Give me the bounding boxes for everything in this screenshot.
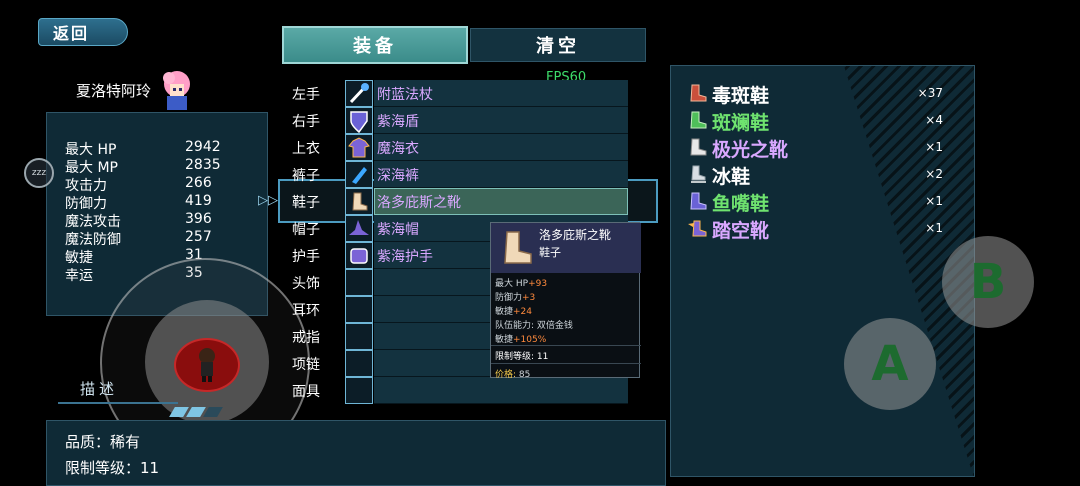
robe-icon xyxy=(345,134,373,161)
stat-max-hp: 最大 HP 2942 xyxy=(65,139,221,158)
inventory-item[interactable]: 鱼嘴鞋 ×1 xyxy=(687,188,957,215)
item-quality: 品质：稀有 xyxy=(65,433,141,451)
description-panel: 品质：稀有 限制等级：11 xyxy=(46,420,666,486)
b-button[interactable]: B xyxy=(942,236,1034,328)
inventory-item-name: 斑斓鞋 xyxy=(712,112,770,134)
boots-purple-icon xyxy=(690,192,707,210)
inventory-item-qty: ×4 xyxy=(925,113,943,127)
slot-item-name: 紫海帽 xyxy=(377,222,419,238)
empty-slot-icon xyxy=(345,296,373,323)
stat-magic-defense: 魔法防御 257 xyxy=(65,229,212,248)
tooltip-stat-line: 队伍能力: 双倍金钱 xyxy=(495,321,573,331)
inventory-item-name: 踏空靴 xyxy=(712,220,770,242)
slot-label: 戒指 xyxy=(292,330,320,346)
slot-pants[interactable]: 裤子 深海裤 xyxy=(292,161,632,188)
inventory-item[interactable]: 斑斓鞋 ×4 xyxy=(687,107,957,134)
inventory-item-name: 毒斑鞋 xyxy=(712,85,770,107)
slot-label: 上衣 xyxy=(292,141,320,157)
empty-slot-icon xyxy=(345,350,373,377)
inventory-item-qty: ×2 xyxy=(925,167,943,181)
tooltip-stat-line: 敏捷+24 xyxy=(495,307,533,317)
inventory-item-qty: ×37 xyxy=(917,86,943,100)
slot-label: 项链 xyxy=(292,357,320,373)
winged-boots-icon xyxy=(688,220,707,237)
inventory-panel: 毒斑鞋 ×37 斑斓鞋 ×4 极光之靴 ×1 冰鞋 ×2 鱼嘴鞋 ×1 踏空靴 … xyxy=(670,65,975,477)
slot-label: 帽子 xyxy=(292,222,320,238)
sleep-button[interactable]: zzz xyxy=(24,158,54,188)
slot-item-name: 紫海护手 xyxy=(377,249,433,265)
boots-icon xyxy=(504,231,532,264)
slot-shoes[interactable]: 鞋子 洛多庇斯之靴 xyxy=(292,188,632,215)
slot-bar xyxy=(374,377,628,404)
boots-red-icon xyxy=(690,84,707,102)
page-indicator xyxy=(169,402,242,417)
empty-slot-icon xyxy=(345,377,373,404)
slot-mask[interactable]: 面具 xyxy=(292,377,632,404)
slot-label: 护手 xyxy=(292,249,320,265)
inventory-item-qty: ×1 xyxy=(925,194,943,208)
empty-slot-icon xyxy=(345,269,373,296)
tooltip-type: 鞋子 xyxy=(539,246,561,259)
slot-top[interactable]: 上衣 魔海衣 xyxy=(292,134,632,161)
inventory-item[interactable]: 冰鞋 ×2 xyxy=(687,161,957,188)
skates-icon xyxy=(691,165,706,183)
inventory-item-name: 极光之靴 xyxy=(712,139,789,161)
joystick-knob[interactable] xyxy=(174,338,240,392)
slot-label: 左手 xyxy=(292,87,320,103)
slot-item-name: 紫海盾 xyxy=(377,114,419,130)
gauntlet-icon xyxy=(345,242,373,269)
slot-item-name: 魔海衣 xyxy=(377,141,419,157)
inventory-item-qty: ×1 xyxy=(925,140,943,154)
inventory-item-name: 冰鞋 xyxy=(712,166,751,188)
slot-right-hand[interactable]: 右手 紫海盾 xyxy=(292,107,632,134)
tooltip-stat-line: 最大 HP+93 xyxy=(495,279,548,289)
slot-label: 耳环 xyxy=(292,303,320,319)
slot-item-name: 洛多庇斯之靴 xyxy=(377,195,461,211)
slot-item-name: 附蓝法杖 xyxy=(377,87,433,103)
a-button[interactable]: A xyxy=(844,318,936,410)
tooltip-price: 价格: 85 xyxy=(495,370,531,380)
pants-icon xyxy=(345,161,373,188)
inventory-item-qty: ×1 xyxy=(925,221,943,235)
selection-arrow-icon: ▷▷ xyxy=(258,193,278,208)
character-avatar xyxy=(163,71,190,110)
shield-icon xyxy=(345,107,373,134)
empty-slot-icon xyxy=(345,323,373,350)
description-tab[interactable]: 描述 xyxy=(80,378,118,399)
stat-magic-attack: 魔法攻击 396 xyxy=(65,211,212,230)
tooltip-stat-line: 敏捷+105% xyxy=(495,335,547,345)
character-name: 夏洛特阿玲 xyxy=(76,82,152,100)
inventory-item[interactable]: 踏空靴 ×1 xyxy=(687,215,957,242)
slot-label: 裤子 xyxy=(292,168,320,184)
boots-icon xyxy=(345,188,373,215)
boots-green-icon xyxy=(690,111,707,129)
stat-attack: 攻击力 266 xyxy=(65,175,212,194)
slot-label: 鞋子 xyxy=(292,195,320,211)
slot-label: 面具 xyxy=(292,384,320,400)
item-tooltip: 洛多庇斯之靴 鞋子 最大 HP+93 防御力+3 敏捷+24 队伍能力: 双倍金… xyxy=(490,222,641,380)
inventory-item[interactable]: 极光之靴 ×1 xyxy=(687,134,957,161)
tooltip-title: 洛多庇斯之靴 xyxy=(539,228,612,242)
slot-item-name: 深海裤 xyxy=(377,168,419,184)
slot-label: 右手 xyxy=(292,114,320,130)
inventory-item[interactable]: 毒斑鞋 ×37 xyxy=(687,80,957,107)
hero-sprite-icon xyxy=(199,348,215,382)
item-level-requirement: 限制等级：11 xyxy=(65,459,160,477)
staff-icon xyxy=(345,80,373,107)
hat-icon xyxy=(345,215,373,242)
tab-clear[interactable]: 清空 xyxy=(470,28,646,62)
slot-label: 头饰 xyxy=(292,276,320,292)
back-button[interactable]: 返回 xyxy=(38,18,128,46)
stat-defense: 防御力 419 xyxy=(65,193,212,212)
tooltip-divider xyxy=(491,345,641,346)
stat-max-mp: 最大 MP 2835 xyxy=(65,157,221,176)
slot-left-hand[interactable]: 左手 附蓝法杖 xyxy=(292,80,632,107)
description-divider xyxy=(58,402,178,404)
tooltip-requirement: 限制等级: 11 xyxy=(495,352,549,362)
tooltip-stat-line: 防御力+3 xyxy=(495,293,536,303)
boots-white-icon xyxy=(690,138,707,156)
inventory-item-name: 鱼嘴鞋 xyxy=(712,193,770,215)
tab-equip[interactable]: 装备 xyxy=(282,26,468,64)
tooltip-divider xyxy=(491,363,641,364)
